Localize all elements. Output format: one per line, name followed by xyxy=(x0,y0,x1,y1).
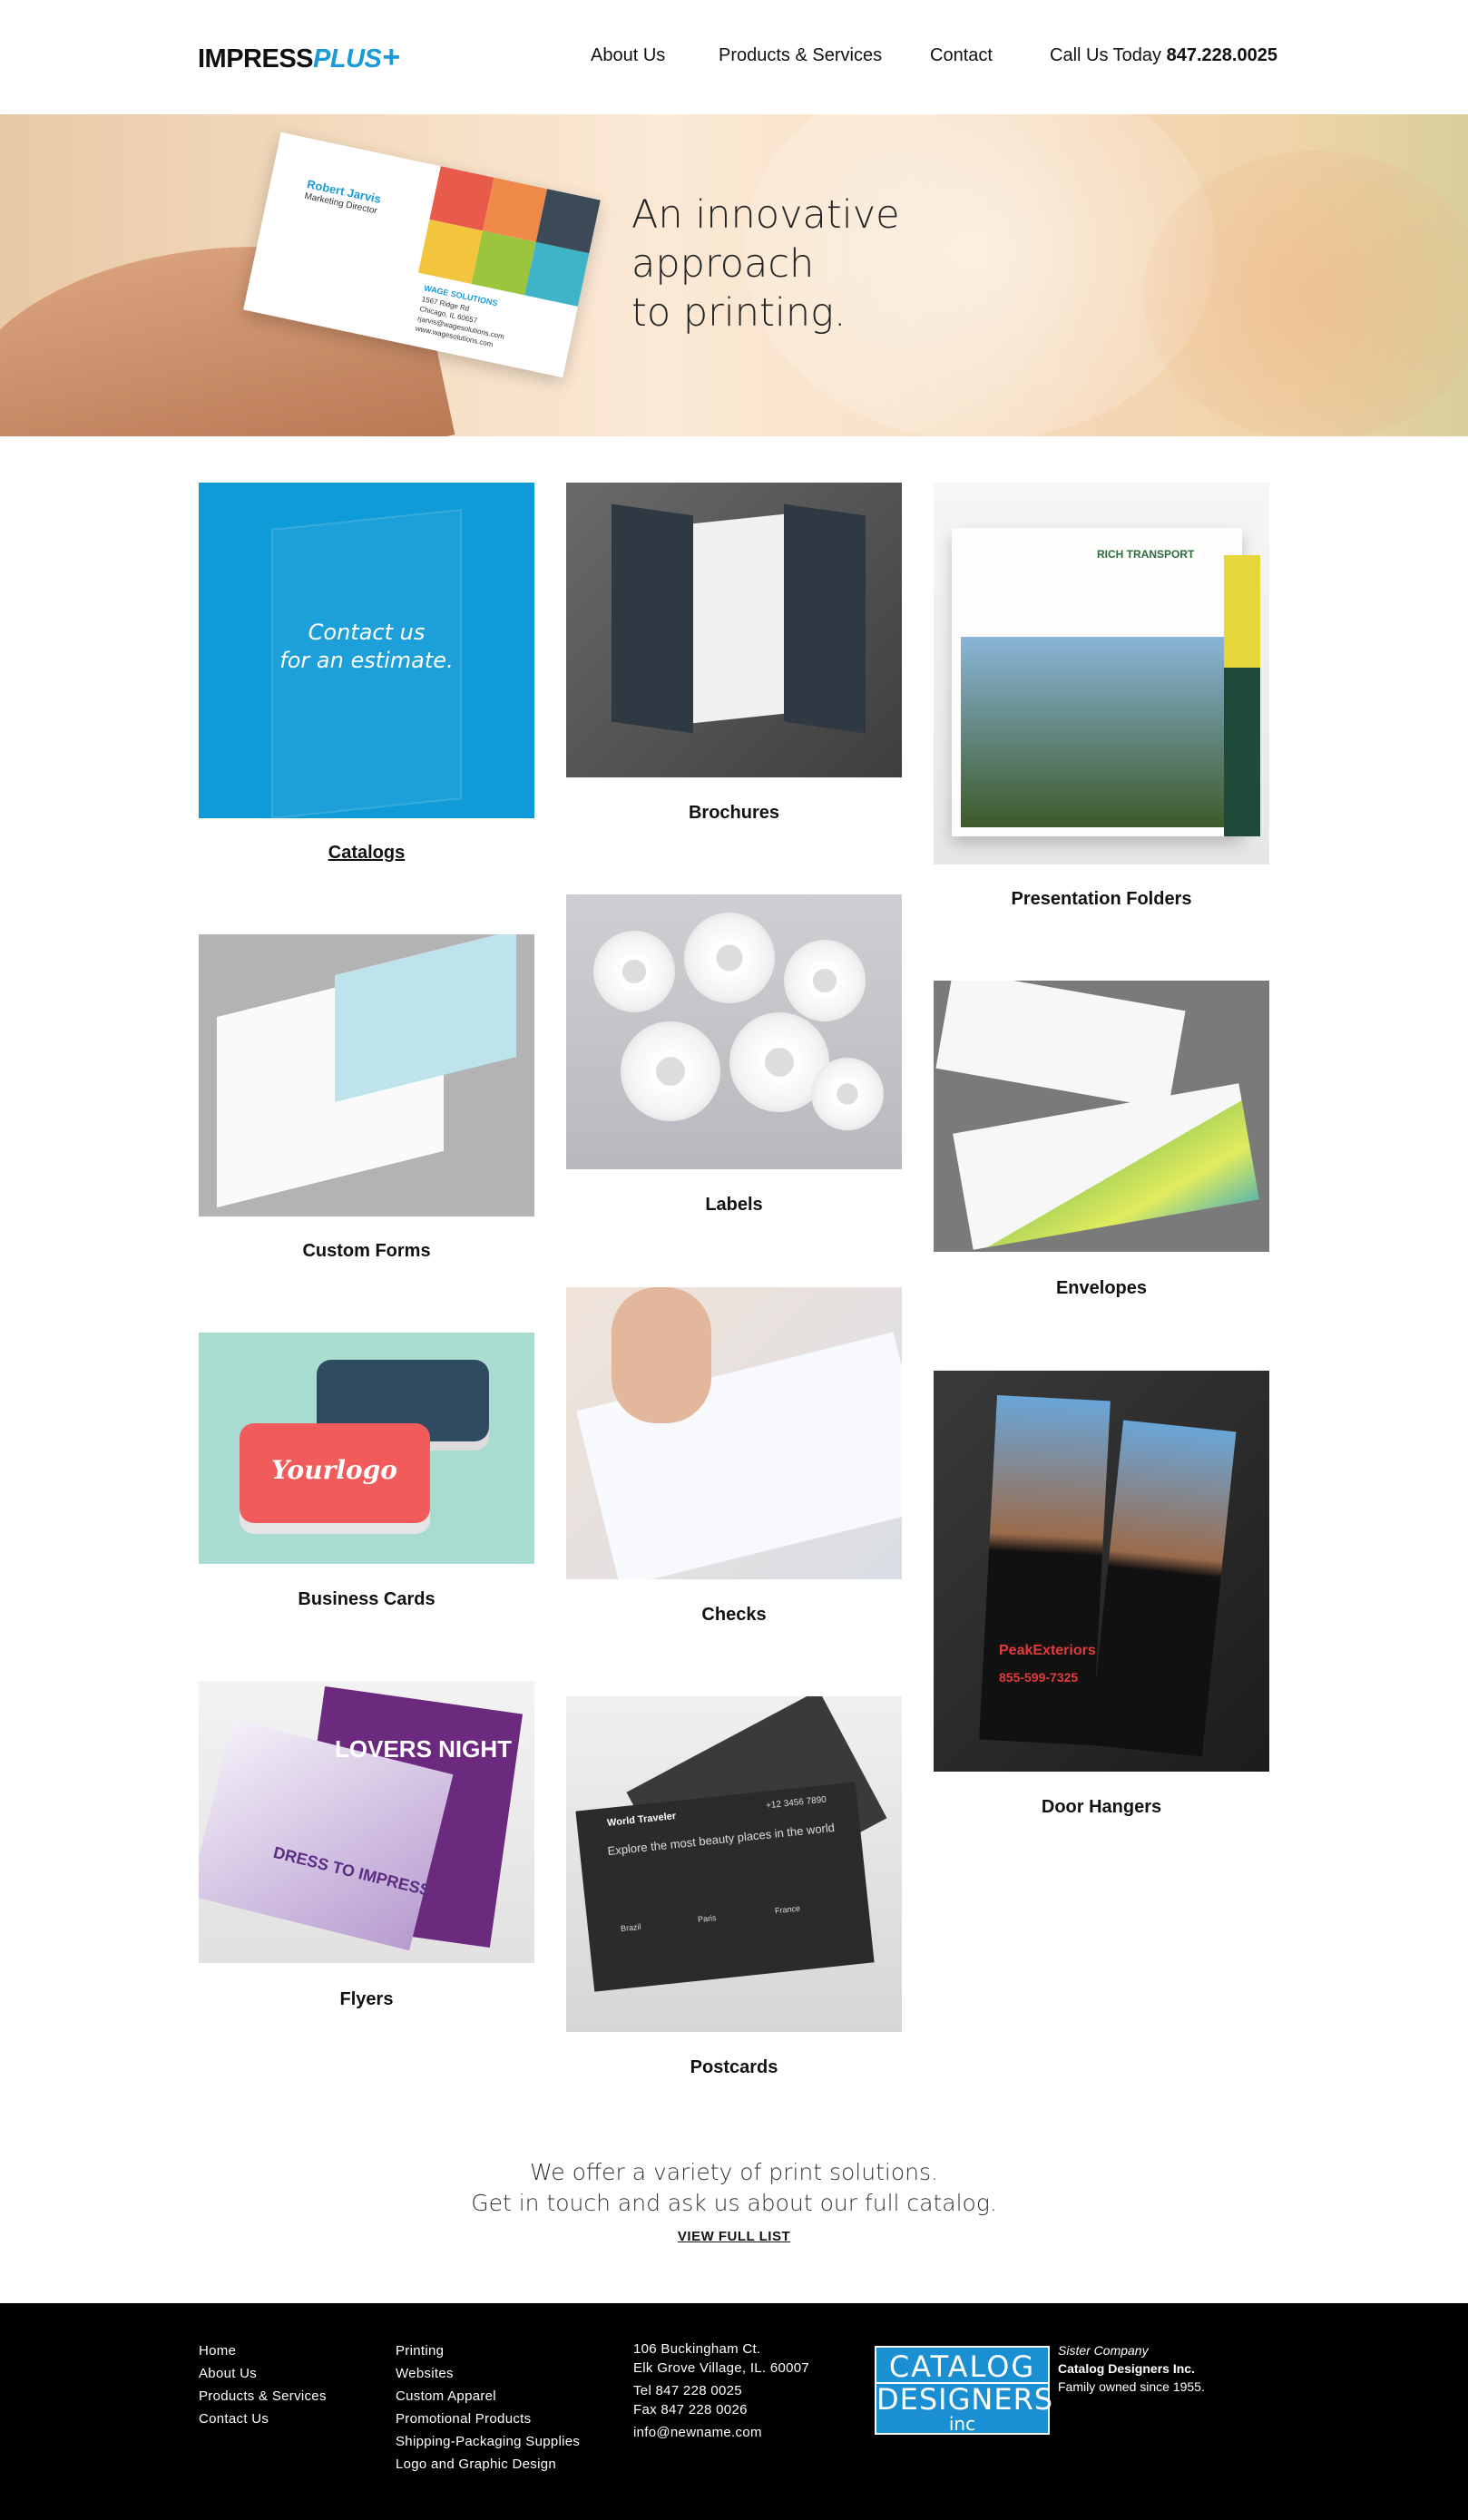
folder-truck-photo xyxy=(961,637,1224,827)
view-full-list-link[interactable]: VIEW FULL LIST xyxy=(0,2229,1468,2244)
brochure-panel xyxy=(612,503,693,734)
product-label-brochures[interactable]: Brochures xyxy=(566,803,902,824)
presentation-folders-image[interactable]: RICH TRANSPORT xyxy=(934,483,1269,864)
footer-address-line: Elk Grove Village, IL. 60007 xyxy=(633,2360,810,2376)
hero-headline-line: An innovative xyxy=(631,192,900,238)
site-footer: Home About Us Products & Services Contac… xyxy=(0,2303,1468,2520)
hero-glow-warm xyxy=(1143,151,1468,436)
footer-tel: Tel 847 228 0025 xyxy=(633,2383,742,2398)
catalogs-estimate-tile[interactable]: Contact us for an estimate. xyxy=(199,483,534,818)
custom-forms-image[interactable] xyxy=(199,934,534,1216)
checks-image[interactable] xyxy=(566,1287,902,1579)
logo-text-plus: PLUS xyxy=(313,44,382,73)
nav-products-services[interactable]: Products & Services xyxy=(719,45,882,66)
card-triangle-pattern xyxy=(417,166,601,307)
product-label-postcards[interactable]: Postcards xyxy=(566,2057,902,2078)
flyers-image[interactable]: LOVERS NIGHT DRESS TO IMPRESS xyxy=(199,1681,534,1963)
hero-headline: An innovative approach to printing. xyxy=(631,190,900,337)
hanger-phone: 855-599-7325 xyxy=(999,1670,1079,1685)
sister-label: Sister Company xyxy=(1058,2343,1149,2358)
footer-nav: Home About Us Products & Services Contac… xyxy=(199,2339,327,2430)
envelope-back xyxy=(935,981,1186,1109)
envelope-front xyxy=(953,1083,1259,1250)
call-us-phone[interactable]: Call Us Today 847.228.0025 xyxy=(1050,45,1277,66)
footer-email[interactable]: info@newname.com xyxy=(633,2423,809,2442)
business-cards-image[interactable]: Yourlogo xyxy=(199,1333,534,1564)
product-label-flyers[interactable]: Flyers xyxy=(199,1989,534,2010)
brochures-image[interactable] xyxy=(566,483,902,777)
estimate-cta: Contact us for an estimate. xyxy=(199,619,534,675)
label-roll xyxy=(811,1058,884,1130)
sister-company-info: Sister Company Catalog Designers Inc. Fa… xyxy=(1058,2341,1205,2396)
offer-line: We offer a variety of print solutions. xyxy=(530,2159,938,2185)
label-roll xyxy=(593,931,675,1012)
product-label-business-cards[interactable]: Business Cards xyxy=(199,1589,534,1610)
hero-headline-line: approach xyxy=(631,241,815,287)
hero-headline-line: to printing. xyxy=(631,290,847,336)
form-page-right xyxy=(335,934,516,1102)
folder-company-name: RICH TRANSPORT xyxy=(1097,548,1195,561)
footer-link-promotional-products[interactable]: Promotional Products xyxy=(396,2408,580,2430)
offer-text: We offer a variety of print solutions. G… xyxy=(0,2157,1468,2219)
bizcard-logo-text: Yourlogo xyxy=(271,1455,397,1485)
footer-link-websites[interactable]: Websites xyxy=(396,2362,580,2385)
footer-link-home[interactable]: Home xyxy=(199,2339,327,2362)
labels-image[interactable] xyxy=(566,894,902,1169)
label-roll xyxy=(684,913,775,1003)
product-label-door-hangers[interactable]: Door Hangers xyxy=(934,1797,1269,1818)
catalog-designers-logo[interactable]: CATALOG DESIGNERS inc xyxy=(875,2346,1054,2435)
writing-hand xyxy=(612,1287,711,1423)
product-label-envelopes[interactable]: Envelopes xyxy=(934,1278,1269,1299)
footer-link-custom-apparel[interactable]: Custom Apparel xyxy=(396,2385,580,2408)
folder-stripe xyxy=(1224,555,1260,836)
footer-address-line: 106 Buckingham Ct. xyxy=(633,2341,761,2357)
flyer-title: LOVERS NIGHT xyxy=(335,1735,513,1763)
logo-text-impress: IMPRESS xyxy=(198,44,314,73)
door-hangers-image[interactable]: PeakExteriors 855-599-7325 xyxy=(934,1371,1269,1772)
cd-logo-line: inc xyxy=(948,2413,976,2435)
footer-link-logo-design[interactable]: Logo and Graphic Design xyxy=(396,2453,580,2476)
offer-line: Get in touch and ask us about our full c… xyxy=(471,2190,997,2216)
footer-contact: 106 Buckingham Ct. Elk Grove Village, IL… xyxy=(633,2339,809,2442)
nav-about-us[interactable]: About Us xyxy=(591,45,665,66)
cd-logo-line: DESIGNERS xyxy=(876,2382,1054,2417)
footer-link-about-us[interactable]: About Us xyxy=(199,2362,327,2385)
site-logo[interactable]: IMPRESSPLUS+ xyxy=(198,40,400,75)
hero-banner: Robert Jarvis Marketing Director WAGE SO… xyxy=(0,114,1468,436)
hanger-brand: PeakExteriors xyxy=(999,1643,1096,1658)
label-roll xyxy=(784,940,866,1021)
brochure-panel xyxy=(784,503,866,734)
site-header: IMPRESSPLUS+ About Us Products & Service… xyxy=(0,0,1468,114)
call-label: Call Us Today xyxy=(1050,45,1162,65)
footer-link-printing[interactable]: Printing xyxy=(396,2339,580,2362)
brochure-panel xyxy=(693,513,784,724)
sister-name: Catalog Designers Inc. xyxy=(1058,2361,1195,2376)
estimate-cta-line: for an estimate. xyxy=(279,648,454,673)
footer-link-shipping-packaging[interactable]: Shipping-Packaging Supplies xyxy=(396,2430,580,2453)
postcard-front xyxy=(575,1782,875,1992)
product-label-checks[interactable]: Checks xyxy=(566,1605,902,1626)
nav-contact[interactable]: Contact xyxy=(930,45,993,66)
envelopes-image[interactable] xyxy=(934,981,1269,1252)
product-link-catalogs[interactable]: Catalogs xyxy=(199,843,534,864)
label-roll xyxy=(621,1021,720,1121)
product-label-labels[interactable]: Labels xyxy=(566,1195,902,1216)
postcards-image[interactable]: World Traveler Explore the most beauty p… xyxy=(566,1696,902,2032)
footer-link-products-services[interactable]: Products & Services xyxy=(199,2385,327,2408)
door-hanger xyxy=(1089,1420,1237,1757)
footer-link-contact-us[interactable]: Contact Us xyxy=(199,2408,327,2430)
phone-number: 847.228.0025 xyxy=(1166,45,1277,65)
door-hanger xyxy=(979,1394,1111,1746)
product-label-presentation-folders[interactable]: Presentation Folders xyxy=(934,889,1269,910)
product-label-custom-forms[interactable]: Custom Forms xyxy=(199,1241,534,1262)
estimate-cta-line: Contact us xyxy=(308,620,426,645)
cd-logo-line: CATALOG xyxy=(876,2351,1048,2384)
sister-note: Family owned since 1955. xyxy=(1058,2379,1205,2394)
footer-services: Printing Websites Custom Apparel Promoti… xyxy=(396,2339,580,2476)
footer-fax: Fax 847 228 0026 xyxy=(633,2402,748,2417)
plus-icon: + xyxy=(382,40,400,74)
postcard-place: Paris xyxy=(697,1912,717,1925)
